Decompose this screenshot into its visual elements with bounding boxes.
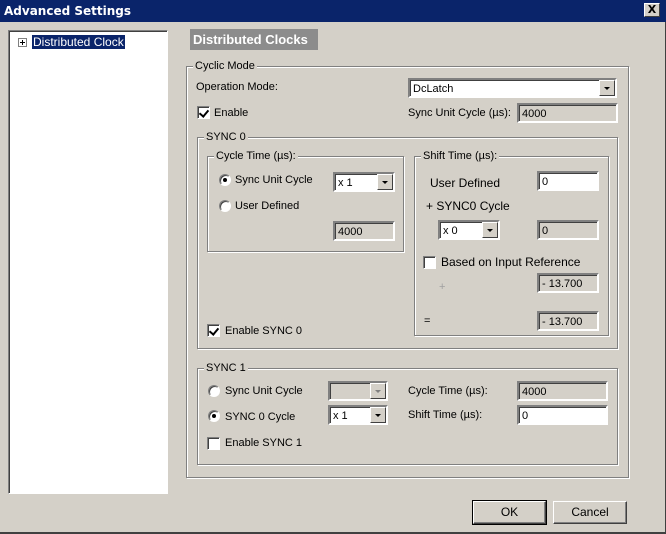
chevron-down-icon[interactable] bbox=[599, 80, 615, 96]
sync0-multiplier-value: x 1 bbox=[338, 177, 353, 189]
sync0-sync-unit-cycle-label: Sync Unit Cycle bbox=[235, 174, 313, 186]
sync0-multiplier-select[interactable]: x 1 bbox=[333, 172, 395, 192]
operation-mode-label: Operation Mode: bbox=[196, 81, 278, 93]
enable-label: Enable bbox=[214, 107, 249, 119]
sync0-cycle-label: + SYNC0 Cycle bbox=[426, 199, 510, 213]
close-icon: X bbox=[647, 3, 657, 16]
sync1-sync0-multiplier-value: x 1 bbox=[333, 410, 348, 422]
chevron-down-icon[interactable] bbox=[377, 174, 393, 190]
cyclic-mode-title: Cyclic Mode bbox=[193, 59, 257, 73]
sync-unit-cycle-field: 4000 bbox=[517, 103, 618, 123]
sync0-user-defined-label: User Defined bbox=[235, 200, 300, 212]
shift-user-defined-label: User Defined bbox=[430, 176, 501, 190]
sync1-title: SYNC 1 bbox=[204, 361, 248, 375]
chevron-down-icon[interactable] bbox=[482, 222, 498, 238]
sync0-sync-unit-cycle-radio[interactable] bbox=[219, 174, 231, 186]
title-bar: Advanced Settings X bbox=[0, 0, 666, 22]
expand-plus-icon[interactable] bbox=[18, 37, 27, 47]
settings-tree[interactable]: Distributed Clock bbox=[8, 30, 168, 494]
based-on-input-checkbox[interactable] bbox=[423, 256, 436, 269]
shift-time-title: Shift Time (µs): bbox=[421, 149, 500, 163]
enable-sync0-checkbox[interactable] bbox=[207, 324, 220, 337]
page-title: Distributed Clocks bbox=[190, 29, 318, 50]
operation-mode-select[interactable]: DcLatch bbox=[408, 78, 617, 98]
window-title: Advanced Settings bbox=[4, 4, 132, 18]
sync1-cycle-time-field: 4000 bbox=[517, 381, 608, 401]
sync1-sync0-cycle-label: SYNC 0 Cycle bbox=[225, 411, 296, 423]
sync1-sync0-multiplier-select[interactable]: x 1 bbox=[328, 405, 388, 425]
advanced-settings-dialog: Advanced Settings X Distributed Clock Di… bbox=[0, 0, 666, 534]
sync1-sync-unit-cycle-radio[interactable] bbox=[208, 385, 220, 397]
shift-sync0-multiplier-value: x 0 bbox=[443, 225, 458, 237]
sync-unit-cycle-label: Sync Unit Cycle (µs): bbox=[408, 107, 511, 119]
sync1-sync0-cycle-radio[interactable] bbox=[208, 410, 220, 422]
chevron-down-icon[interactable] bbox=[370, 383, 386, 399]
based-on-input-label: Based on Input Reference bbox=[441, 255, 581, 269]
sync1-shift-time-input[interactable]: 0 bbox=[517, 405, 608, 425]
tree-item-label[interactable]: Distributed Clock bbox=[31, 34, 126, 50]
chevron-down-icon[interactable] bbox=[370, 407, 386, 423]
equals-label: = bbox=[424, 315, 431, 327]
shift-total-field: - 13.700 bbox=[537, 311, 599, 331]
cycle-time-title: Cycle Time (µs): bbox=[214, 149, 298, 163]
enable-checkbox[interactable] bbox=[197, 106, 210, 119]
shift-sync0-cycle-field: 0 bbox=[537, 220, 599, 240]
ok-button[interactable]: OK bbox=[472, 500, 547, 525]
sync0-user-defined-radio[interactable] bbox=[219, 200, 231, 212]
sync1-sync-unit-multiplier-select[interactable] bbox=[328, 381, 388, 401]
enable-sync1-label: Enable SYNC 1 bbox=[225, 437, 303, 449]
shift-sync0-multiplier-select[interactable]: x 0 bbox=[438, 220, 500, 240]
tree-item-distributed-clock[interactable]: Distributed Clock bbox=[18, 34, 126, 50]
input-reference-field: - 13.700 bbox=[537, 273, 599, 293]
shift-user-defined-input[interactable]: 0 bbox=[537, 171, 599, 191]
operation-mode-value: DcLatch bbox=[413, 83, 454, 95]
sync1-cycle-time-label: Cycle Time (µs): bbox=[408, 385, 488, 397]
sync0-title: SYNC 0 bbox=[204, 130, 248, 144]
enable-sync0-label: Enable SYNC 0 bbox=[225, 325, 303, 337]
cancel-button[interactable]: Cancel bbox=[553, 501, 627, 524]
sync0-cycle-time-field: 4000 bbox=[333, 221, 395, 241]
sync1-sync-unit-cycle-label: Sync Unit Cycle bbox=[225, 385, 303, 397]
enable-sync1-checkbox[interactable] bbox=[207, 437, 220, 450]
plus-label: + bbox=[439, 281, 446, 293]
close-button[interactable]: X bbox=[644, 3, 660, 17]
sync1-shift-time-label: Shift Time (µs): bbox=[408, 409, 483, 421]
